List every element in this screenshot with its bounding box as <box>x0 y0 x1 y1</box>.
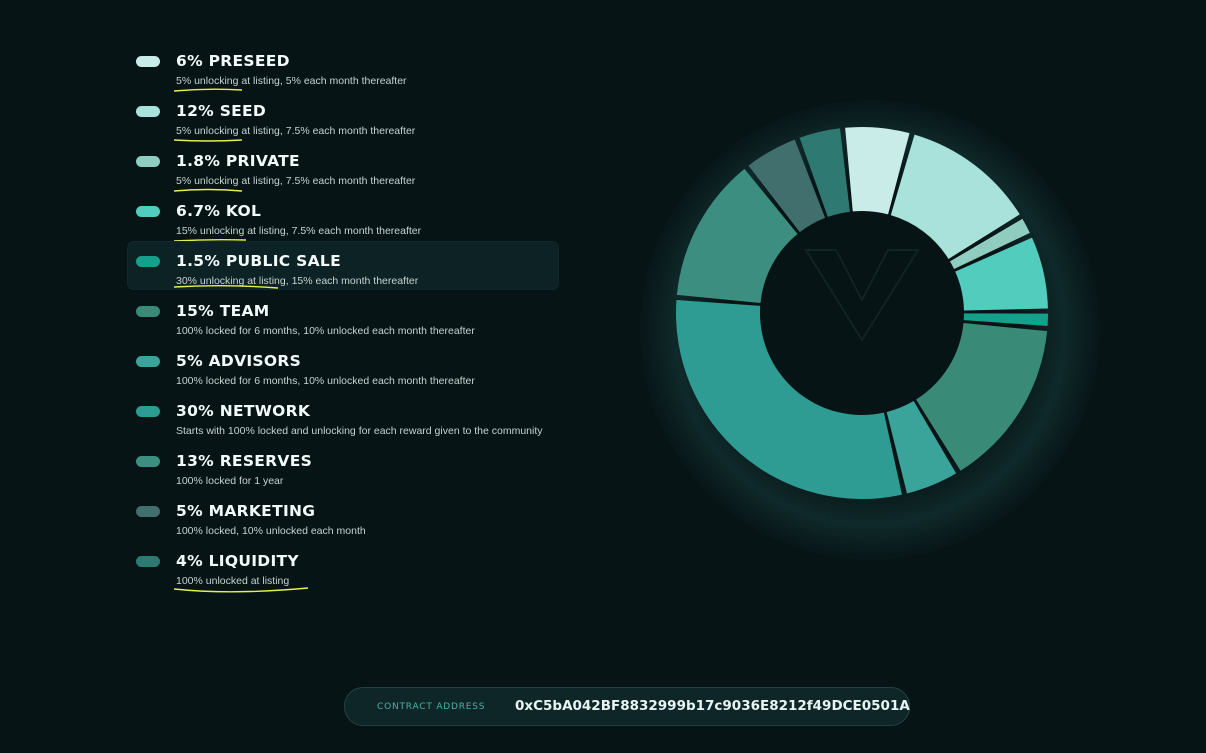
legend-swatch <box>136 406 160 417</box>
allocation-legend: 6% PRESEED 5% unlocking at listing, 5% e… <box>0 0 600 600</box>
legend-item-team[interactable]: 15% TEAM 100% locked for 6 months, 10% u… <box>128 296 558 344</box>
legend-swatch <box>136 156 160 167</box>
legend-swatch <box>136 456 160 467</box>
legend-swatch <box>136 106 160 117</box>
legend-title: 5% MARKETING <box>176 502 316 520</box>
legend-swatch <box>136 206 160 217</box>
legend-title: 6.7% KOL <box>176 202 262 220</box>
slice-public-sale[interactable] <box>963 313 1048 326</box>
legend-title: 1.8% PRIVATE <box>176 152 300 170</box>
legend-item-private[interactable]: 1.8% PRIVATE 5% unlocking at listing, 7.… <box>128 146 558 194</box>
contract-address-label: CONTRACT ADDRESS <box>377 702 486 712</box>
legend-title: 30% NETWORK <box>176 402 311 420</box>
legend-swatch <box>136 356 160 367</box>
legend-swatch <box>136 56 160 67</box>
legend-title: 6% PRESEED <box>176 52 290 70</box>
legend-item-public-sale[interactable]: 1.5% PUBLIC SALE 30% unlocking at listin… <box>128 242 558 289</box>
legend-description: 5% unlocking at listing, 7.5% each month… <box>176 175 416 187</box>
legend-swatch <box>136 256 160 267</box>
legend-title: 12% SEED <box>176 102 267 120</box>
legend-title: 5% ADVISORS <box>176 352 302 370</box>
legend-description: 100% locked for 6 months, 10% unlocked e… <box>176 325 475 337</box>
legend-swatch <box>136 306 160 317</box>
legend-description: 5% unlocking at listing, 7.5% each month… <box>176 125 416 137</box>
legend-description: 5% unlocking at listing, 5% each month t… <box>176 75 407 87</box>
legend-description: 30% unlocking at listing, 15% each month… <box>176 275 419 287</box>
allocation-donut <box>676 127 1048 499</box>
highlight-underline <box>172 87 244 93</box>
legend-title: 4% LIQUIDITY <box>176 552 299 570</box>
legend-description: Starts with 100% locked and unlocking fo… <box>176 425 543 437</box>
highlight-underline <box>172 137 244 143</box>
legend-title: 1.5% PUBLIC SALE <box>176 252 341 270</box>
token-allocation-chart <box>630 100 1100 570</box>
legend-item-advisors[interactable]: 5% ADVISORS 100% locked for 6 months, 10… <box>128 346 558 394</box>
legend-item-liquidity[interactable]: 4% LIQUIDITY 100% unlocked at listing <box>128 546 558 594</box>
center-logo-mark <box>804 249 920 342</box>
legend-description: 100% locked for 1 year <box>176 475 284 487</box>
legend-item-marketing[interactable]: 5% MARKETING 100% locked, 10% unlocked e… <box>128 496 558 544</box>
legend-description: 15% unlocking at listing, 7.5% each mont… <box>176 225 422 237</box>
legend-swatch <box>136 556 160 567</box>
legend-title: 13% RESERVES <box>176 452 313 470</box>
legend-description: 100% locked, 10% unlocked each month <box>176 525 366 537</box>
legend-item-preseed[interactable]: 6% PRESEED 5% unlocking at listing, 5% e… <box>128 46 558 94</box>
slice-kol[interactable] <box>955 237 1048 311</box>
contract-address-value[interactable]: 0xC5bA042BF8832999b17c9036E8212f49DCE050… <box>515 698 910 714</box>
legend-item-seed[interactable]: 12% SEED 5% unlocking at listing, 7.5% e… <box>128 96 558 144</box>
contract-address-bar[interactable]: CONTRACT ADDRESS 0xC5bA042BF8832999b17c9… <box>344 687 910 726</box>
highlight-underline <box>172 587 312 593</box>
legend-item-network[interactable]: 30% NETWORK Starts with 100% locked and … <box>128 396 558 444</box>
legend-description: 100% unlocked at listing <box>176 575 290 587</box>
legend-item-reserves[interactable]: 13% RESERVES 100% locked for 1 year <box>128 446 558 494</box>
highlight-underline <box>172 187 244 193</box>
legend-swatch <box>136 506 160 517</box>
legend-title: 15% TEAM <box>176 302 270 320</box>
legend-description: 100% locked for 6 months, 10% unlocked e… <box>176 375 475 387</box>
legend-item-kol[interactable]: 6.7% KOL 15% unlocking at listing, 7.5% … <box>128 196 558 244</box>
